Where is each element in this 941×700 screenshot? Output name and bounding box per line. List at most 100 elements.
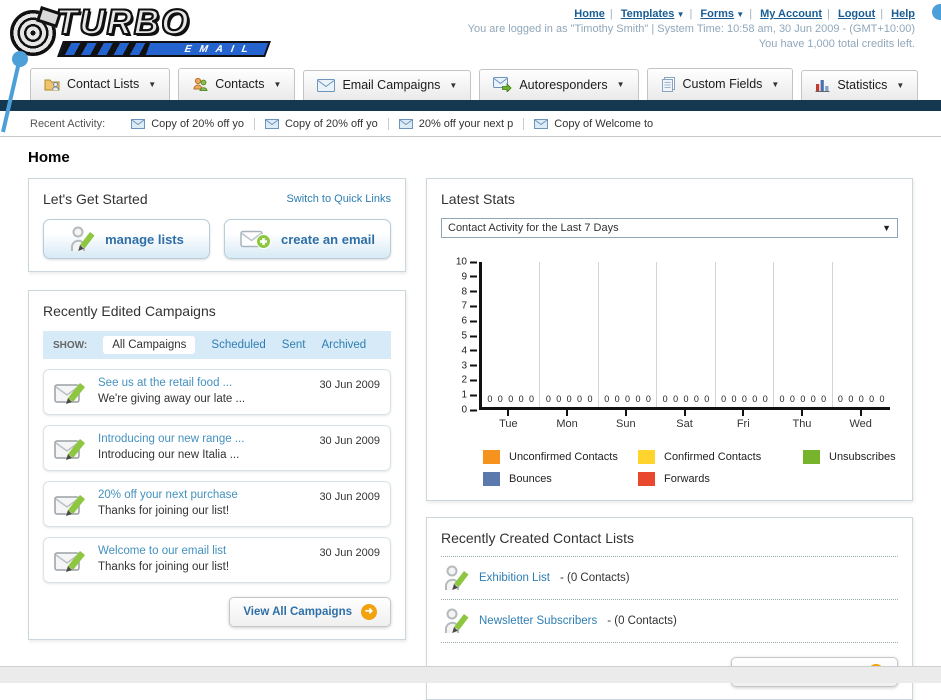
campaign-filter[interactable]: All Campaigns: [103, 336, 196, 354]
chart-legend: Unconfirmed Contacts Confirmed Contacts …: [483, 450, 898, 486]
legend-label: Confirmed Contacts: [664, 451, 762, 463]
campaign-list: See us at the retail food ... We're givi…: [43, 369, 391, 583]
campaign-filter[interactable]: Sent: [282, 339, 306, 351]
x-axis-label: Wed: [831, 410, 890, 430]
y-axis-tick: 4: [461, 345, 477, 356]
header-nav-item: Home |: [574, 8, 617, 20]
chevron-down-icon[interactable]: ▼: [734, 10, 744, 19]
navy-divider-bar: [0, 100, 941, 111]
bar-value-labels: 00000: [487, 394, 535, 404]
campaign-date: 30 Jun 2009: [319, 435, 380, 447]
tab-statistics[interactable]: Statistics ▼: [801, 70, 919, 100]
chart-y-axis: 10 9 8 7 6 5 4 3 2 1 0: [445, 257, 479, 416]
logo-subtitle: EMAIL: [182, 43, 259, 55]
chevron-down-icon: ▼: [882, 223, 891, 233]
page-footer: [0, 666, 941, 683]
legend-swatch: [483, 472, 500, 486]
chart-day-group: 00000: [540, 262, 599, 407]
chevron-down-icon: ▼: [449, 80, 458, 90]
campaign-filterbar: SHOW: All Campaigns Scheduled Sent Archi…: [43, 331, 391, 359]
blue-pin-decoration: [1, 51, 28, 133]
header-nav-link[interactable]: Logout: [838, 8, 875, 20]
campaign-card[interactable]: 20% off your next purchase Thanks for jo…: [43, 481, 391, 527]
chart-plot: 00000 00000 00000 00000 00000 00000 00000: [479, 262, 890, 410]
tab-contact-lists[interactable]: Contact Lists ▼: [30, 68, 171, 100]
latest-stats-panel: Latest Stats Contact Activity for the La…: [426, 178, 913, 501]
recent-activity-item[interactable]: 20% off your next p: [389, 117, 525, 130]
nav-separator: |: [689, 8, 693, 20]
pages-icon: [661, 77, 675, 92]
header-right: Home | Templates ▼ | Forms ▼ | My Account | …: [468, 5, 931, 64]
y-axis-tick: 7: [461, 301, 477, 312]
chevron-down-icon[interactable]: ▼: [674, 10, 685, 19]
bar-value-labels: 00000: [779, 394, 827, 404]
people-icon: [193, 77, 208, 91]
envelope-icon: [398, 118, 413, 129]
campaign-subtitle: We're giving away our late ...: [98, 393, 246, 405]
campaign-title-link[interactable]: 20% off your next purchase: [98, 489, 309, 501]
campaign-title-link[interactable]: See us at the retail food ...: [98, 377, 309, 389]
x-axis-label: Sat: [655, 410, 714, 430]
campaign-info: Welcome to our email list Thanks for joi…: [98, 545, 309, 575]
manage-lists-button[interactable]: manage lists: [43, 219, 210, 259]
contact-list-row[interactable]: Exhibition List - (0 Contacts): [441, 556, 898, 599]
recent-activity-item[interactable]: Copy of 20% off yo: [255, 117, 389, 130]
y-axis-tick: 9: [461, 271, 477, 282]
chevron-down-icon: ▼: [273, 79, 282, 89]
header-nav-link[interactable]: Forms: [700, 8, 734, 20]
campaign-card[interactable]: See us at the retail food ... We're givi…: [43, 369, 391, 415]
campaign-title-link[interactable]: Welcome to our email list: [98, 545, 309, 557]
recent-activity-item[interactable]: Copy of Welcome to: [524, 118, 663, 130]
legend-item: Unsubscribes: [803, 450, 898, 464]
legend-item: Bounces: [483, 472, 638, 486]
envelope-arrow-icon: [493, 77, 512, 92]
create-email-button[interactable]: create an email: [224, 219, 391, 259]
nav-separator: |: [609, 8, 613, 20]
campaigns-panel: Recently Edited Campaigns SHOW: All Camp…: [28, 290, 406, 640]
tab-autoresponders[interactable]: Autoresponders ▼: [479, 69, 639, 100]
header-nav-link[interactable]: My Account: [760, 8, 822, 20]
legend-item: Unconfirmed Contacts: [483, 450, 638, 464]
campaign-filter[interactable]: Scheduled: [211, 339, 265, 351]
campaign-card[interactable]: Introducing our new range ... Introducin…: [43, 425, 391, 471]
campaign-info: 20% off your next purchase Thanks for jo…: [98, 489, 309, 519]
header-nav-item: Templates ▼ |: [621, 8, 698, 20]
contact-list-row[interactable]: Newsletter Subscribers - (0 Contacts): [441, 599, 898, 642]
campaign-card[interactable]: Welcome to our email list Thanks for joi…: [43, 537, 391, 583]
campaign-info: Introducing our new range ... Introducin…: [98, 433, 309, 463]
tab-contacts[interactable]: Contacts ▼: [178, 68, 296, 100]
x-axis-label: Fri: [714, 410, 773, 430]
campaign-subtitle: Thanks for joining our list!: [98, 561, 230, 573]
y-axis-tick: 0: [461, 405, 477, 416]
contact-activity-chart: 10 9 8 7 6 5 4 3 2 1 0 000000000000000000000000000…: [445, 257, 890, 430]
tab-label: Email Campaigns: [342, 78, 441, 92]
switch-quick-links-link[interactable]: Switch to Quick Links: [286, 193, 391, 205]
recent-activity-item[interactable]: Copy of 20% off yo: [121, 117, 255, 130]
tab-custom-fields[interactable]: Custom Fields ▼: [646, 68, 794, 100]
bar-value-labels: 00000: [662, 394, 710, 404]
header-nav-link[interactable]: Templates: [621, 8, 675, 20]
tab-label: Contact Lists: [67, 77, 140, 91]
header-nav-link[interactable]: Help: [891, 8, 915, 20]
contact-list-link[interactable]: Newsletter Subscribers: [479, 615, 597, 627]
contact-list-link[interactable]: Exhibition List: [479, 572, 550, 584]
chart-day-group: 00000: [833, 262, 890, 407]
tab-email-campaigns[interactable]: Email Campaigns ▼: [303, 70, 472, 100]
campaign-filter[interactable]: Archived: [321, 339, 366, 351]
main-content: Home Let's Get Started Switch to Quick L…: [0, 137, 941, 700]
view-all-campaigns-button[interactable]: View All Campaigns ➜: [229, 597, 391, 627]
contact-list-rows: Exhibition List - (0 Contacts) Newslette…: [441, 556, 898, 643]
legend-label: Unconfirmed Contacts: [509, 451, 618, 463]
bar-value-labels: 00000: [721, 394, 768, 404]
x-axis-label: Tue: [479, 410, 538, 430]
campaign-date: 30 Jun 2009: [319, 491, 380, 503]
bar-value-labels: 00000: [837, 394, 885, 404]
arrow-right-icon: ➜: [361, 604, 377, 620]
header-nav-link[interactable]: Home: [574, 8, 605, 20]
campaign-title-link[interactable]: Introducing our new range ...: [98, 433, 309, 445]
legend-label: Unsubscribes: [829, 451, 896, 463]
nav-separator: |: [880, 8, 884, 20]
nav-separator: |: [827, 8, 830, 20]
stats-period-select[interactable]: Contact Activity for the Last 7 Days ▼: [441, 218, 898, 238]
legend-swatch: [483, 450, 500, 464]
